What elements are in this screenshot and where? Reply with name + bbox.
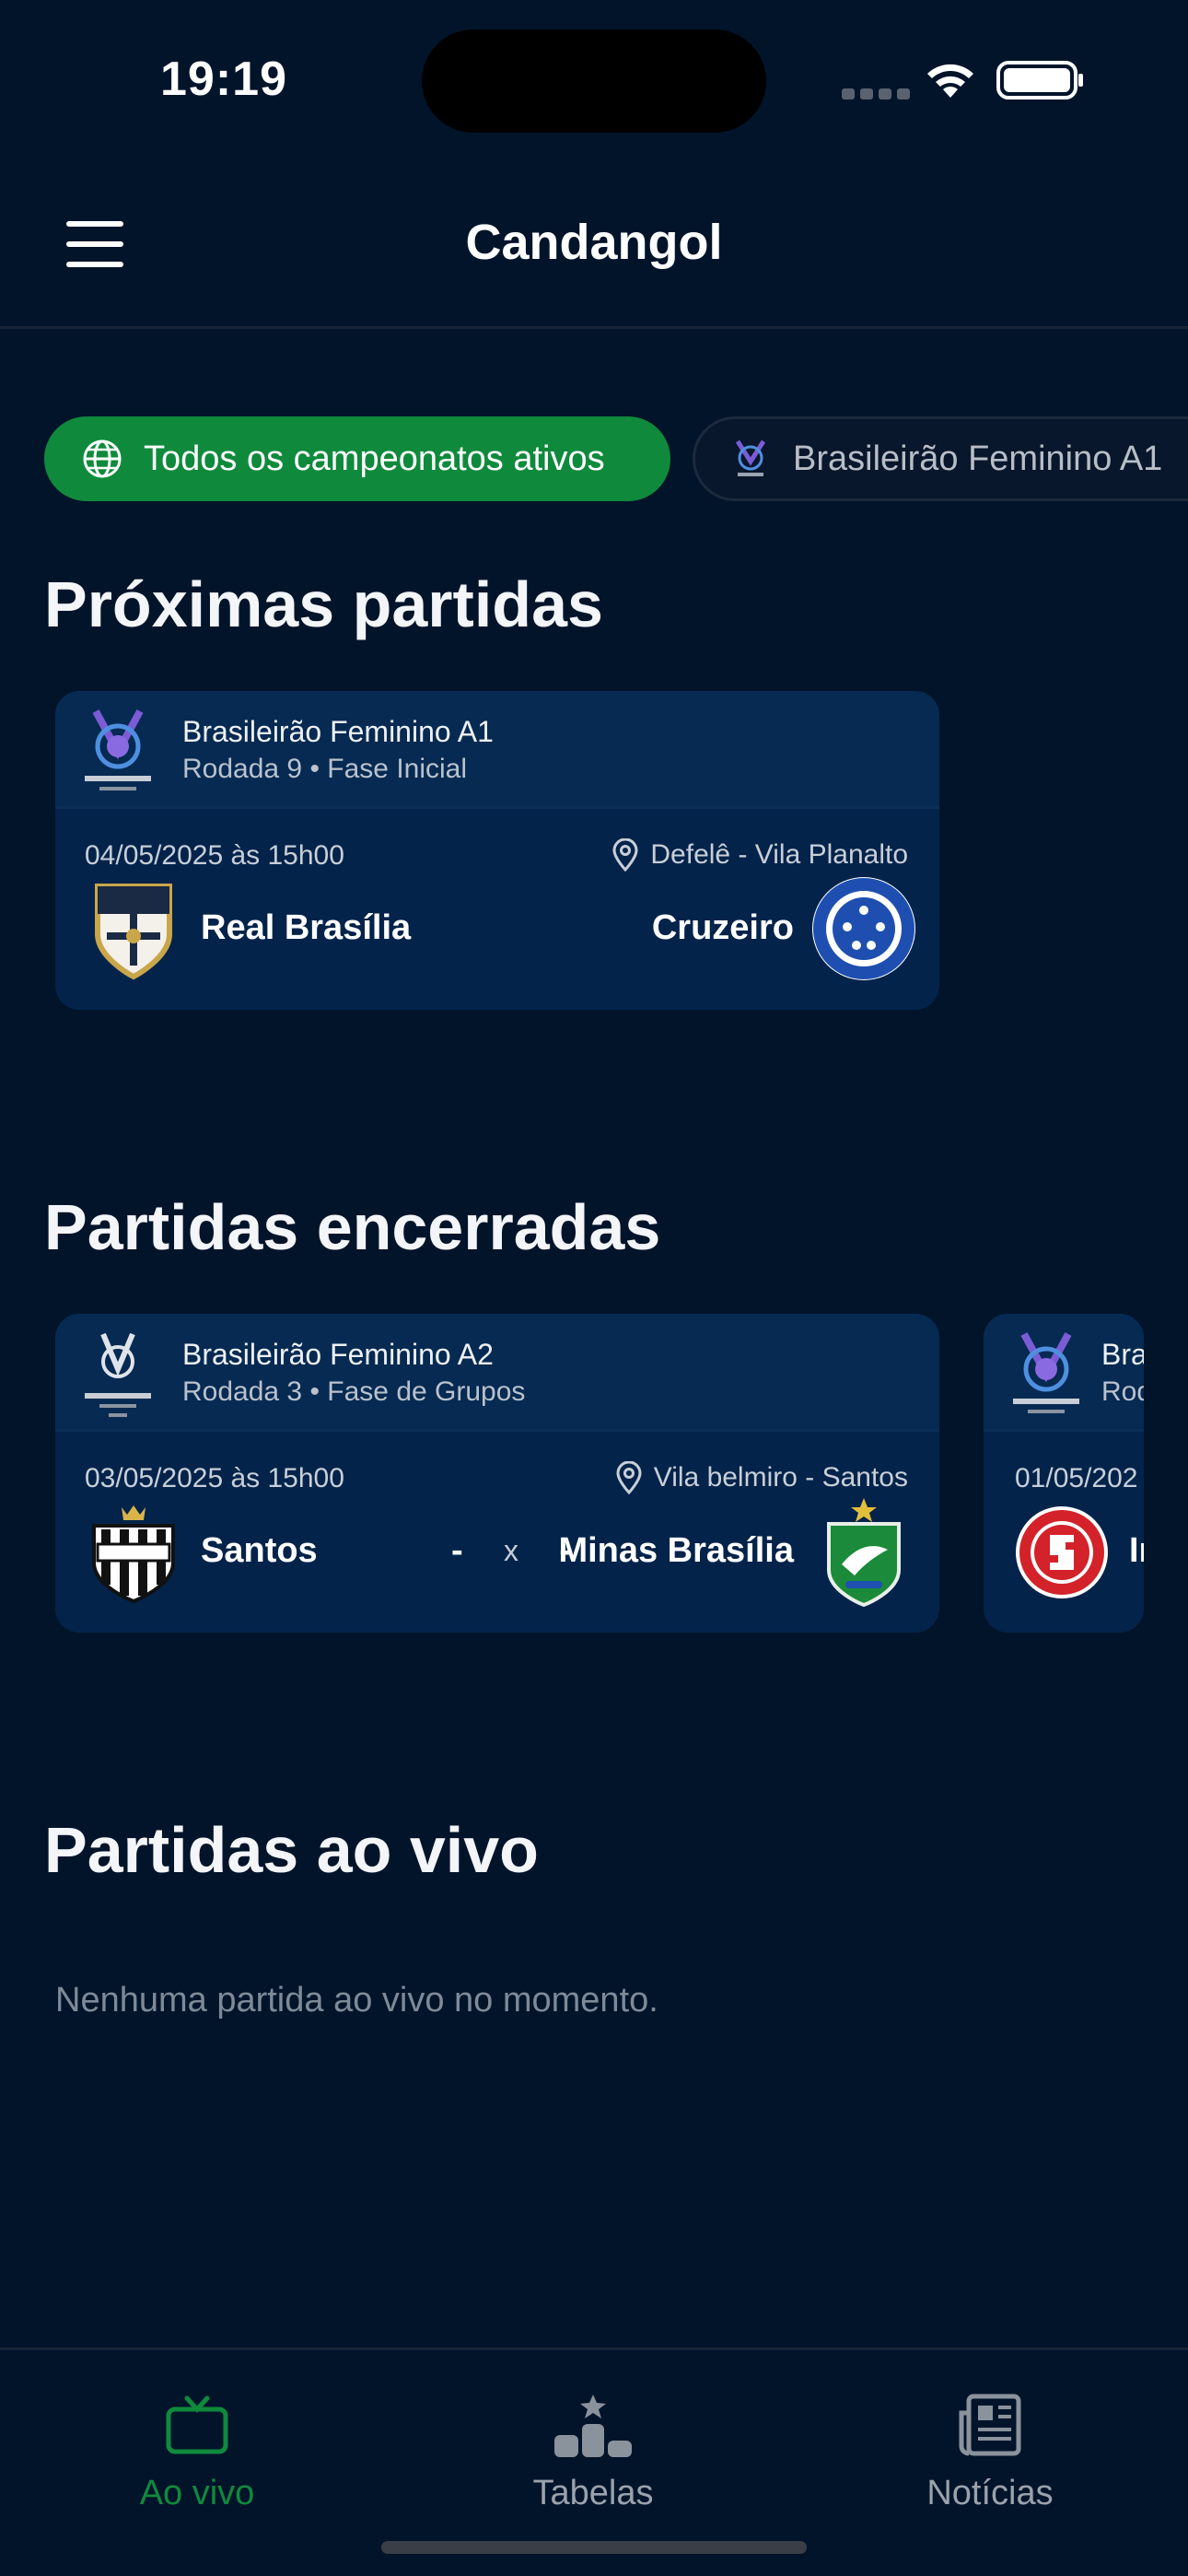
internacional-crest-icon — [1016, 1506, 1108, 1598]
brasileirao-feminino-a2-logo-icon — [85, 1332, 151, 1417]
upcoming-section-title: Próximas partidas — [44, 568, 603, 640]
globe-icon — [83, 439, 122, 478]
bullet-separator: • — [309, 754, 328, 784]
tab-label: Notícias — [926, 2474, 1054, 2512]
match-score: - x - — [451, 1531, 571, 1571]
round-label: Rodada 9 — [182, 754, 303, 784]
header-divider — [0, 326, 1188, 329]
cruzeiro-crest-icon — [812, 877, 915, 980]
location-pin-icon — [616, 1461, 642, 1494]
match-card-header: Brasileirão Feminino A1 Rodada 9 • Fase … — [55, 691, 939, 809]
filter-chip-all-active[interactable]: Todos os campeonatos ativos — [44, 416, 670, 501]
venue-label: Vila belmiro - Santos — [653, 1462, 908, 1493]
live-section-title: Partidas ao vivo — [44, 1814, 539, 1886]
cellular-signal-icon — [842, 88, 910, 100]
match-card-header: Bra Rod — [984, 1314, 1144, 1432]
venue-label: Defelê - Vila Planalto — [650, 839, 908, 870]
championship-name: Bra — [1101, 1338, 1144, 1371]
home-team-name: Santos — [201, 1531, 318, 1570]
match-venue: Defelê - Vila Planalto — [611, 838, 908, 872]
phase-label: Fase Inicial — [327, 754, 468, 784]
newspaper-icon — [959, 2394, 1021, 2456]
finished-section-title: Partidas encerradas — [44, 1191, 661, 1263]
championship-name: Brasileirão Feminino A2 — [182, 1338, 494, 1371]
location-pin-icon — [612, 838, 638, 872]
round-label: Rod — [1101, 1376, 1144, 1407]
match-card[interactable]: Brasileirão Feminino A1 Rodada 9 • Fase … — [55, 691, 939, 1010]
match-datetime: 01/05/202 — [1015, 1463, 1138, 1493]
match-datetime: 04/05/2025 às 15h00 — [85, 840, 344, 871]
score-separator: x — [504, 1534, 518, 1567]
tv-icon — [166, 2395, 228, 2454]
match-datetime: 03/05/2025 às 15h00 — [85, 1463, 344, 1493]
championship-name: Brasileirão Feminino A1 — [182, 715, 494, 748]
tab-tabelas[interactable]: Tabelas — [455, 2350, 731, 2535]
round-label: Rodada 3 — [182, 1376, 303, 1407]
no-live-matches-message: Nenhuma partida ao vivo no momento. — [55, 1981, 658, 2020]
away-team-name: Cruzeiro — [651, 908, 794, 947]
tab-label: Ao vivo — [139, 2474, 255, 2512]
home-team-name: Real Brasília — [201, 908, 412, 947]
home-team-name: In — [1129, 1531, 1144, 1570]
minas-brasilia-crest-icon — [827, 1498, 901, 1607]
brasileirao-feminino-logo-icon — [85, 709, 151, 790]
app-title: Candangol — [465, 215, 723, 270]
match-card-partial[interactable]: Bra Rod 01/05/202 In — [984, 1314, 1144, 1633]
phase-label: Fase de Grupos — [327, 1376, 526, 1407]
away-team-name: Minas Brasília — [558, 1531, 794, 1570]
match-venue: Vila belmiro - Santos — [615, 1461, 908, 1494]
status-time: 19:19 — [160, 53, 287, 106]
real-brasilia-crest-icon — [95, 884, 172, 980]
round-info: Rodada 3 • Fase de Grupos — [182, 1376, 525, 1408]
podium-icon — [554, 2395, 632, 2457]
tab-label: Tabelas — [532, 2474, 654, 2512]
tab-noticias[interactable]: Notícias — [852, 2350, 1128, 2535]
bullet-separator: • — [309, 1376, 328, 1407]
battery-icon — [996, 61, 1083, 100]
tab-ao-vivo[interactable]: Ao vivo — [59, 2350, 335, 2535]
wifi-icon — [927, 64, 973, 98]
santos-crest-icon — [92, 1505, 175, 1603]
brasileirao-feminino-logo-icon — [1013, 1332, 1079, 1413]
home-score: - — [451, 1531, 463, 1570]
filter-chip-label: Brasileirão Feminino A1 — [793, 439, 1163, 478]
filter-chip-brasileirao-a1[interactable]: Brasileirão Feminino A1 — [693, 416, 1188, 501]
match-card[interactable]: Brasileirão Feminino A2 Rodada 3 • Fase … — [55, 1314, 939, 1633]
round-info: Rodada 9 • Fase Inicial — [182, 754, 467, 785]
match-card-header: Brasileirão Feminino A2 Rodada 3 • Fase … — [55, 1314, 939, 1432]
app-screen: 19:19 Candangol Todos os campeonatos ati… — [0, 0, 1188, 2576]
filter-chip-label: Todos os campeonatos ativos — [144, 439, 605, 478]
home-indicator[interactable] — [381, 2541, 807, 2554]
dynamic-island — [422, 29, 766, 133]
brasileirao-logo-icon — [735, 439, 766, 476]
